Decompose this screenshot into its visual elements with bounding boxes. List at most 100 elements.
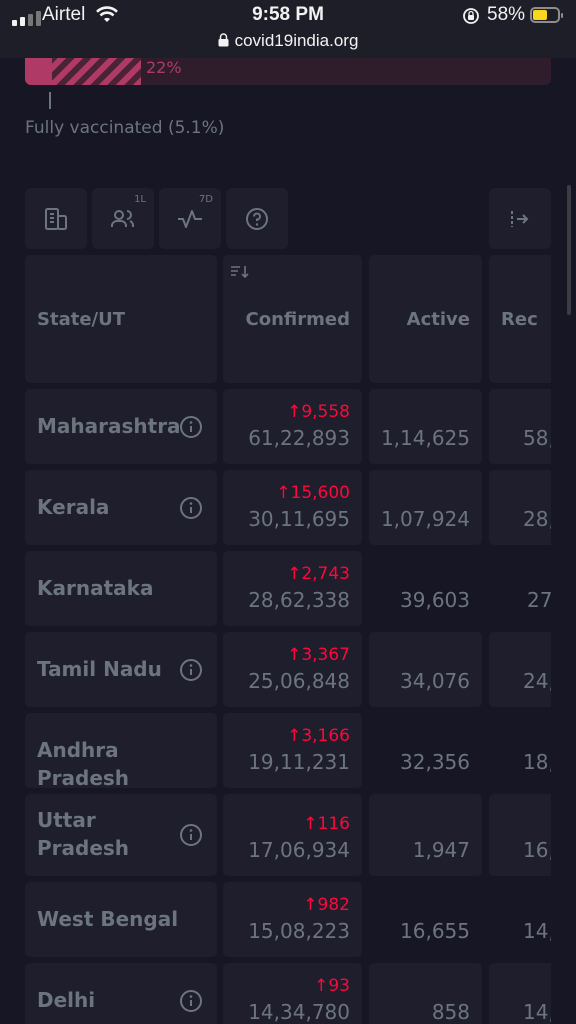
info-icon[interactable] [179,989,203,1013]
recovered-value: 24, [523,669,551,693]
vaccination-percent-label: 22% [146,58,182,77]
state-cell[interactable]: Andhra Pradesh [25,713,217,790]
confirmed-value: 14,34,780 [248,1000,350,1024]
info-icon[interactable] [179,496,203,520]
confirmed-cell: ↑15,600 30,11,695 [223,470,362,545]
active-value: 1,14,625 [380,426,470,450]
toggle-district-button[interactable] [25,188,87,249]
confirmed-cell: ↑982 15,08,223 [223,882,362,957]
confirmed-delta: ↑15,600 [276,483,350,503]
confirmed-value: 17,06,934 [248,838,350,862]
battery-level-fill [533,10,547,20]
active-cell: 34,076 [369,632,482,707]
info-icon[interactable] [179,823,203,847]
state-name: Delhi [37,988,96,1012]
state-name: Kerala [37,495,110,519]
state-name: Maharashtra [37,414,181,438]
seven-day-sup: 7D [198,194,213,205]
active-cell: 858 [369,963,482,1024]
pulse-icon [178,209,202,228]
confirmed-value: 28,62,338 [248,588,350,612]
state-cell[interactable]: Karnataka [25,551,217,626]
recovered-value: 14, [523,919,551,943]
expand-table-button[interactable] [489,188,551,249]
padlock-icon [218,33,229,47]
confirmed-delta: ↑3,166 [287,726,350,746]
address-bar[interactable]: covid19india.org [0,31,576,51]
active-value: 16,655 [400,919,470,943]
state-cell[interactable]: Kerala [25,470,217,545]
confirmed-delta: ↑2,743 [287,564,350,584]
state-name-line1: Uttar [37,808,96,832]
confirmed-cell: ↑3,166 19,11,231 [223,713,362,788]
per-lakh-button[interactable]: 1L [92,188,154,249]
confirmed-cell: ↑116 17,06,934 [223,794,362,876]
seven-day-button[interactable]: 7D [159,188,221,249]
recovered-cell: 14, [489,963,551,1024]
header-confirmed[interactable]: Confirmed [223,255,362,383]
state-name: West Bengal [37,907,179,931]
active-cell: 16,655 [369,882,482,957]
confirmed-delta: ↑93 [314,976,350,996]
users-icon [111,209,134,227]
header-recovered-label: Rec [501,308,538,330]
state-name: Andhra Pradesh [37,738,130,790]
partially-vaccinated-fill [51,58,141,85]
fully-vaccinated-label: Fully vaccinated (5.1%) [25,118,225,138]
vaccination-marker [49,92,51,109]
header-recovered[interactable]: Rec [489,255,551,383]
battery-icon [530,7,563,23]
building-icon [45,207,67,230]
recovered-cell: 58, [489,389,551,464]
info-icon[interactable] [179,658,203,682]
recovered-cell: 28, [489,470,551,545]
url-text: covid19india.org [234,31,359,50]
state-name-line2: Pradesh [37,836,130,860]
confirmed-value: 25,06,848 [248,669,350,693]
recovered-value: 28, [523,507,551,531]
recovered-cell: 27 [489,551,551,626]
help-button[interactable] [226,188,288,249]
scrollbar[interactable] [567,185,571,315]
active-cell: 39,603 [369,551,482,626]
recovered-cell: 18, [489,713,551,788]
recovered-cell: 16, [489,794,551,876]
active-cell: 1,07,924 [369,470,482,545]
recovered-cell: 24, [489,632,551,707]
active-value: 39,603 [400,588,470,612]
recovered-cell: 14, [489,882,551,957]
confirmed-cell: ↑9,558 61,22,893 [223,389,362,464]
recovered-value: 18, [523,750,551,774]
recovered-value: 27 [527,588,551,612]
state-cell[interactable]: Maharashtra [25,389,217,464]
confirmed-value: 15,08,223 [248,919,350,943]
active-value: 34,076 [400,669,470,693]
header-active-label: Active [406,308,470,330]
vaccination-progress-bar [25,58,551,85]
expand-columns-icon [511,210,529,227]
header-state-label: State/UT [37,308,125,330]
state-cell[interactable]: West Bengal [25,882,217,957]
active-cell: 1,947 [369,794,482,876]
per-lakh-sup: 1L [134,194,146,205]
active-cell: 32,356 [369,713,482,788]
confirmed-delta: ↑116 [303,814,350,834]
confirmed-delta: ↑982 [303,895,350,915]
confirmed-cell: ↑2,743 28,62,338 [223,551,362,626]
header-state[interactable]: State/UT [25,255,217,383]
active-value: 858 [431,1000,470,1024]
header-active[interactable]: Active [369,255,482,383]
state-cell[interactable]: Delhi [25,963,217,1024]
info-icon[interactable] [179,415,203,439]
state-cell[interactable]: Uttar Pradesh [25,794,217,876]
header-confirmed-label: Confirmed [245,308,350,330]
active-value: 1,07,924 [380,507,470,531]
confirmed-delta: ↑3,367 [287,645,350,665]
confirmed-delta: ↑9,558 [287,402,350,422]
state-cell[interactable]: Tamil Nadu [25,632,217,707]
recovered-value: 14, [523,1000,551,1024]
state-table: State/UT Confirmed Active Rec Maharashtr… [25,255,551,1024]
sort-icon [231,266,249,279]
confirmed-value: 19,11,231 [248,750,350,774]
confirmed-value: 61,22,893 [248,426,350,450]
